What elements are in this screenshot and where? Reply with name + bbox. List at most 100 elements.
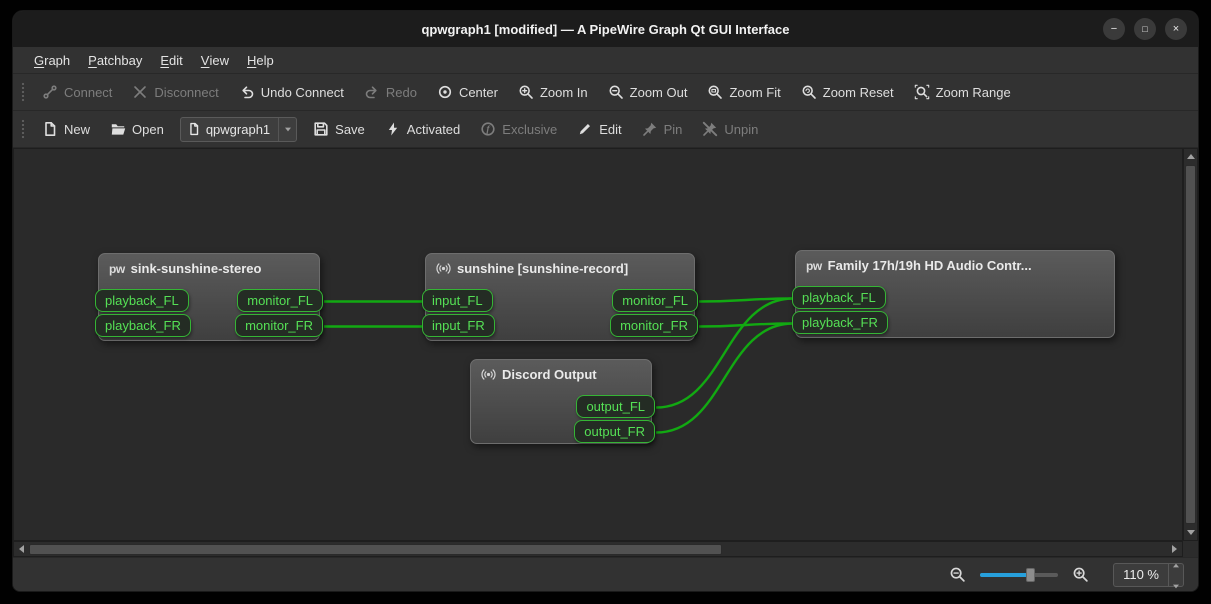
port-sink-monitor-fl[interactable]: monitor_FL <box>237 289 323 312</box>
zoom-spinbox[interactable]: 110 % <box>1113 563 1184 587</box>
menu-view[interactable]: View <box>192 47 238 73</box>
port-sink-playback-fl[interactable]: playback_FL <box>95 289 189 312</box>
button-label: Center <box>459 85 498 100</box>
menu-help[interactable]: Help <box>238 47 283 73</box>
activated-button[interactable]: Activated <box>375 115 470 143</box>
zoom-range-icon <box>914 84 930 100</box>
port-sunshine-input-fr[interactable]: input_FR <box>422 314 495 337</box>
save-icon <box>313 121 329 137</box>
port-sink-playback-fr[interactable]: playback_FR <box>95 314 191 337</box>
toolbar-patchbay: New Open qpwgraph1 Save Activated fExclusiv… <box>13 111 1198 148</box>
port-discord-output-fr[interactable]: output_FR <box>574 420 655 443</box>
exclusive-button[interactable]: fExclusive <box>470 115 567 143</box>
toolbar-drag-handle[interactable] <box>20 82 26 102</box>
port-family-playback-fl[interactable]: playback_FL <box>792 286 886 309</box>
exclusive-icon: f <box>480 121 496 137</box>
edit-icon <box>577 121 593 137</box>
connect-icon <box>42 84 58 100</box>
button-label: Connect <box>64 85 112 100</box>
edit-button[interactable]: Edit <box>567 115 631 143</box>
pipewire-icon: pw <box>806 259 822 273</box>
graph-canvas[interactable]: pwsink-sunshine-stereoplayback_FLplaybac… <box>13 148 1183 541</box>
menu-edit[interactable]: Edit <box>151 47 191 73</box>
node-title-text: sunshine [sunshine-record] <box>457 261 628 276</box>
scroll-left-arrow[interactable] <box>14 545 29 553</box>
center-button[interactable]: Center <box>427 78 508 106</box>
scrollbar-corner <box>1183 541 1198 557</box>
horizontal-scrollbar-handle[interactable] <box>29 544 722 555</box>
button-label: Zoom Range <box>936 85 1011 100</box>
center-icon <box>437 84 453 100</box>
toolbar-drag-handle[interactable] <box>20 119 26 139</box>
menu-graph[interactable]: Graph <box>25 47 79 73</box>
horizontal-scrollbar[interactable] <box>13 541 1183 557</box>
button-label: Open <box>132 122 164 137</box>
disconnect-button[interactable]: Disconnect <box>122 78 228 106</box>
record-icon <box>481 367 496 382</box>
button-label: Undo Connect <box>261 85 344 100</box>
node-title: pwsink-sunshine-stereo <box>99 254 319 280</box>
scroll-right-arrow[interactable] <box>1167 545 1182 553</box>
pin-button[interactable]: Pin <box>632 115 693 143</box>
statusbar: 110 % <box>13 557 1198 591</box>
node-title: Discord Output <box>471 360 651 386</box>
zoom-out-icon[interactable] <box>949 566 966 583</box>
scroll-up-arrow[interactable] <box>1187 149 1195 164</box>
window-title: qpwgraph1 [modified] — A PipeWire Graph … <box>421 22 789 37</box>
button-label: Zoom Out <box>630 85 688 100</box>
connect-button[interactable]: Connect <box>32 78 122 106</box>
button-label: Edit <box>599 122 621 137</box>
undo-connect-button[interactable]: Undo Connect <box>229 78 354 106</box>
save-button[interactable]: Save <box>303 115 375 143</box>
activated-icon <box>385 121 401 137</box>
redo-icon <box>364 84 380 100</box>
zoom-in-icon[interactable] <box>1072 566 1089 583</box>
node-sunshine[interactable]: sunshine [sunshine-record] input_FLinput_… <box>425 253 695 341</box>
zoom-fit-button[interactable]: Zoom Fit <box>697 78 790 106</box>
zoom-value: 110 % <box>1114 564 1168 586</box>
zoom-in-button[interactable]: Zoom In <box>508 78 598 106</box>
close-button[interactable]: × <box>1165 18 1187 40</box>
unpin-button[interactable]: Unpin <box>692 115 768 143</box>
node-family[interactable]: pwFamily 17h/19h HD Audio Contr...playba… <box>795 250 1115 338</box>
zoom-spin-down[interactable] <box>1172 576 1180 592</box>
record-icon <box>436 261 451 276</box>
button-label: Zoom Fit <box>729 85 780 100</box>
new-button[interactable]: New <box>32 115 100 143</box>
desktop: qpwgraph1 [modified] — A PipeWire Graph … <box>0 0 1211 604</box>
port-sunshine-input-fl[interactable]: input_FL <box>422 289 493 312</box>
zoom-slider[interactable] <box>980 573 1058 577</box>
maximize-button[interactable]: □ <box>1134 18 1156 40</box>
zoom-slider-knob[interactable] <box>1026 568 1035 582</box>
open-button[interactable]: Open <box>100 115 174 143</box>
zoom-range-button[interactable]: Zoom Range <box>904 78 1021 106</box>
vertical-scrollbar[interactable] <box>1183 148 1198 541</box>
button-label: Zoom In <box>540 85 588 100</box>
undo-icon <box>239 84 255 100</box>
scroll-down-arrow[interactable] <box>1187 525 1195 540</box>
redo-button[interactable]: Redo <box>354 78 427 106</box>
menu-patchbay[interactable]: Patchbay <box>79 47 151 73</box>
zoom-reset-button[interactable]: Zoom Reset <box>791 78 904 106</box>
port-family-playback-fr[interactable]: playback_FR <box>792 311 888 334</box>
open-icon <box>110 121 126 137</box>
button-label: New <box>64 122 90 137</box>
minimize-button[interactable]: − <box>1103 18 1125 40</box>
zoom-out-button[interactable]: Zoom Out <box>598 78 698 106</box>
node-sink[interactable]: pwsink-sunshine-stereo playback_FLplaybac… <box>98 253 320 341</box>
port-discord-output-fl[interactable]: output_FL <box>576 395 655 418</box>
patchbay-combo-value: qpwgraph1 <box>201 122 278 137</box>
button-label: Activated <box>407 122 460 137</box>
patchbay-combo[interactable]: qpwgraph1 <box>180 117 297 142</box>
button-label: Pin <box>664 122 683 137</box>
node-discord[interactable]: Discord Output output_FLoutput_FR <box>470 359 652 444</box>
port-sunshine-monitor-fr[interactable]: monitor_FR <box>610 314 698 337</box>
port-sunshine-monitor-fl[interactable]: monitor_FL <box>612 289 698 312</box>
vertical-scrollbar-handle[interactable] <box>1185 165 1196 524</box>
app-window: qpwgraph1 [modified] — A PipeWire Graph … <box>12 10 1199 592</box>
toolbar-graph: Connect Disconnect Undo Connect Redo Center Z… <box>13 74 1198 111</box>
port-sink-monitor-fr[interactable]: monitor_FR <box>235 314 323 337</box>
button-label: Unpin <box>724 122 758 137</box>
zoom-spin-up[interactable] <box>1172 555 1180 573</box>
titlebar[interactable]: qpwgraph1 [modified] — A PipeWire Graph … <box>13 11 1198 47</box>
